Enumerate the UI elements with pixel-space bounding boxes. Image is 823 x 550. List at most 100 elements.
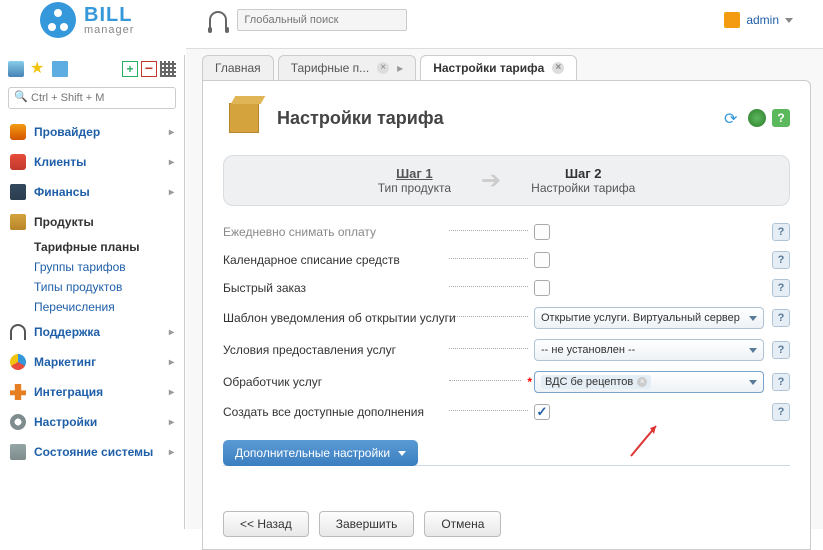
content-panel: Настройки тарифа ⟳ ? Шаг 1 Тип продукта … <box>202 80 811 550</box>
sidebar-item-label: Настройки <box>34 415 97 429</box>
row-quick-order: Быстрый заказ ? <box>223 274 790 302</box>
settings-form: Ежедневно снимать оплату ? Календарное с… <box>203 218 810 426</box>
clipboard-icon[interactable] <box>8 61 24 77</box>
field-label: Шаблон уведомления об открытии услуги <box>223 311 443 325</box>
refresh-icon[interactable]: ⟳ <box>724 109 742 127</box>
row-notification-template: Шаблон уведомления об открытии услуги От… <box>223 302 790 334</box>
field-help-icon[interactable]: ? <box>772 223 790 241</box>
service-terms-select[interactable]: -- не установлен -- <box>534 339 764 361</box>
wizard-steps: Шаг 1 Тип продукта ➔ Шаг 2 Настройки тар… <box>223 155 790 206</box>
sidebar-item-support[interactable]: Поддержка ▸ <box>0 317 184 347</box>
close-icon[interactable]: × <box>552 62 564 74</box>
calendar-writeoff-checkbox[interactable] <box>534 252 550 268</box>
field-label: Быстрый заказ <box>223 281 443 295</box>
sidebar-item-finance[interactable]: Финансы ▸ <box>0 177 184 207</box>
sidebar-item-marketing[interactable]: Маркетинг ▸ <box>0 347 184 377</box>
grid-icon[interactable] <box>160 61 176 77</box>
sidebar-item-products[interactable]: Продукты <box>0 207 184 237</box>
daily-charge-checkbox[interactable] <box>534 224 550 240</box>
sidebar-sub-enumerations[interactable]: Перечисления <box>0 297 184 317</box>
sidebar-sub-tariff-plans[interactable]: Тарифные планы <box>0 237 184 257</box>
expand-all-icon[interactable]: + <box>122 61 138 77</box>
field-help-icon[interactable]: ? <box>772 309 790 327</box>
tab-label: Тарифные п... <box>291 61 369 75</box>
close-icon[interactable]: × <box>377 62 389 74</box>
section-title: Дополнительные настройки <box>235 446 390 460</box>
admin-avatar-icon <box>724 12 740 28</box>
provider-icon <box>10 124 26 140</box>
back-button[interactable]: << Назад <box>223 511 309 537</box>
sidebar-item-label: Состояние системы <box>34 445 153 459</box>
sidebar: ★ + − Провайдер ▸ Клиенты ▸ Финансы ▸ Пр… <box>0 55 185 529</box>
tab-tariff-plans[interactable]: Тарифные п... × ▸ <box>278 55 417 80</box>
user-menu[interactable]: admin <box>724 12 793 28</box>
sidebar-item-label: Маркетинг <box>34 355 96 369</box>
finish-button[interactable]: Завершить <box>319 511 415 537</box>
step-title: Шаг 1 <box>378 166 451 181</box>
field-help-icon[interactable]: ? <box>772 403 790 421</box>
page-icon <box>223 97 265 139</box>
step-subtitle: Тип продукта <box>378 181 451 195</box>
help-icon[interactable]: ? <box>772 109 790 127</box>
chevron-right-icon: ▸ <box>169 327 174 338</box>
tab-main[interactable]: Главная <box>202 55 274 80</box>
clients-icon <box>10 154 26 170</box>
field-help-icon[interactable]: ? <box>772 373 790 391</box>
additional-settings-toggle[interactable]: Дополнительные настройки <box>223 440 418 466</box>
headset-icon[interactable] <box>209 11 227 29</box>
sidebar-item-label: Продукты <box>34 215 94 229</box>
wizard-step-1[interactable]: Шаг 1 Тип продукта <box>378 166 451 195</box>
row-calendar-writeoff: Календарное списание средств ? <box>223 246 790 274</box>
support-icon <box>10 324 26 340</box>
cancel-button[interactable]: Отмена <box>424 511 501 537</box>
tab-bar: Главная Тарифные п... × ▸ Настройки тари… <box>186 49 823 80</box>
sidebar-toolbar: ★ + − <box>0 55 184 83</box>
sidebar-item-clients[interactable]: Клиенты ▸ <box>0 147 184 177</box>
step-subtitle: Настройки тарифа <box>531 181 635 195</box>
marketing-icon <box>10 354 26 370</box>
chevron-right-icon: ▸ <box>169 357 174 368</box>
wizard-step-2: Шаг 2 Настройки тарифа <box>531 166 635 195</box>
app-header: BILL manager admin <box>0 0 823 40</box>
tab-tariff-settings[interactable]: Настройки тарифа × <box>420 55 577 80</box>
global-search-input[interactable] <box>237 9 407 31</box>
favorite-icon[interactable]: ★ <box>30 61 46 77</box>
system-icon <box>10 444 26 460</box>
sidebar-item-integration[interactable]: Интеграция ▸ <box>0 377 184 407</box>
quick-order-checkbox[interactable] <box>534 280 550 296</box>
admin-label: admin <box>746 13 779 27</box>
chevron-right-icon: ▸ <box>169 127 174 138</box>
page-title: Настройки тарифа <box>277 108 444 129</box>
sidebar-search <box>8 87 176 109</box>
field-help-icon[interactable]: ? <box>772 341 790 359</box>
chevron-right-icon: ▸ <box>169 387 174 398</box>
globe-icon[interactable] <box>748 109 766 127</box>
field-label: Ежедневно снимать оплату <box>223 225 443 239</box>
sidebar-search-input[interactable] <box>8 87 176 109</box>
remove-tag-icon[interactable]: × <box>637 377 647 387</box>
settings-icon <box>10 414 26 430</box>
create-addons-checkbox[interactable] <box>534 404 550 420</box>
sidebar-item-provider[interactable]: Провайдер ▸ <box>0 117 184 147</box>
row-service-handler: Обработчик услуг * ВДС бе рецептов× ? <box>223 366 790 398</box>
sidebar-item-label: Провайдер <box>34 125 100 139</box>
panel-icon[interactable] <box>52 61 68 77</box>
notification-template-select[interactable]: Открытие услуги. Виртуальный сервер <box>534 307 764 329</box>
field-help-icon[interactable]: ? <box>772 279 790 297</box>
sidebar-item-settings[interactable]: Настройки ▸ <box>0 407 184 437</box>
service-handler-select[interactable]: ВДС бе рецептов× <box>534 371 764 393</box>
sidebar-sub-product-types[interactable]: Типы продуктов <box>0 277 184 297</box>
logo-subtitle: manager <box>84 25 134 36</box>
tab-label: Настройки тарифа <box>433 61 544 75</box>
field-help-icon[interactable]: ? <box>772 251 790 269</box>
sidebar-item-system[interactable]: Состояние системы ▸ <box>0 437 184 467</box>
sidebar-item-label: Финансы <box>34 185 90 199</box>
finance-icon <box>10 184 26 200</box>
collapse-all-icon[interactable]: − <box>141 61 157 77</box>
sidebar-sub-tariff-groups[interactable]: Группы тарифов <box>0 257 184 277</box>
chevron-right-icon: ▸ <box>169 447 174 458</box>
chevron-down-icon <box>785 18 793 23</box>
page-header: Настройки тарифа ⟳ ? <box>203 81 810 155</box>
row-daily-charge: Ежедневно снимать оплату ? <box>223 218 790 246</box>
products-icon <box>10 214 26 230</box>
